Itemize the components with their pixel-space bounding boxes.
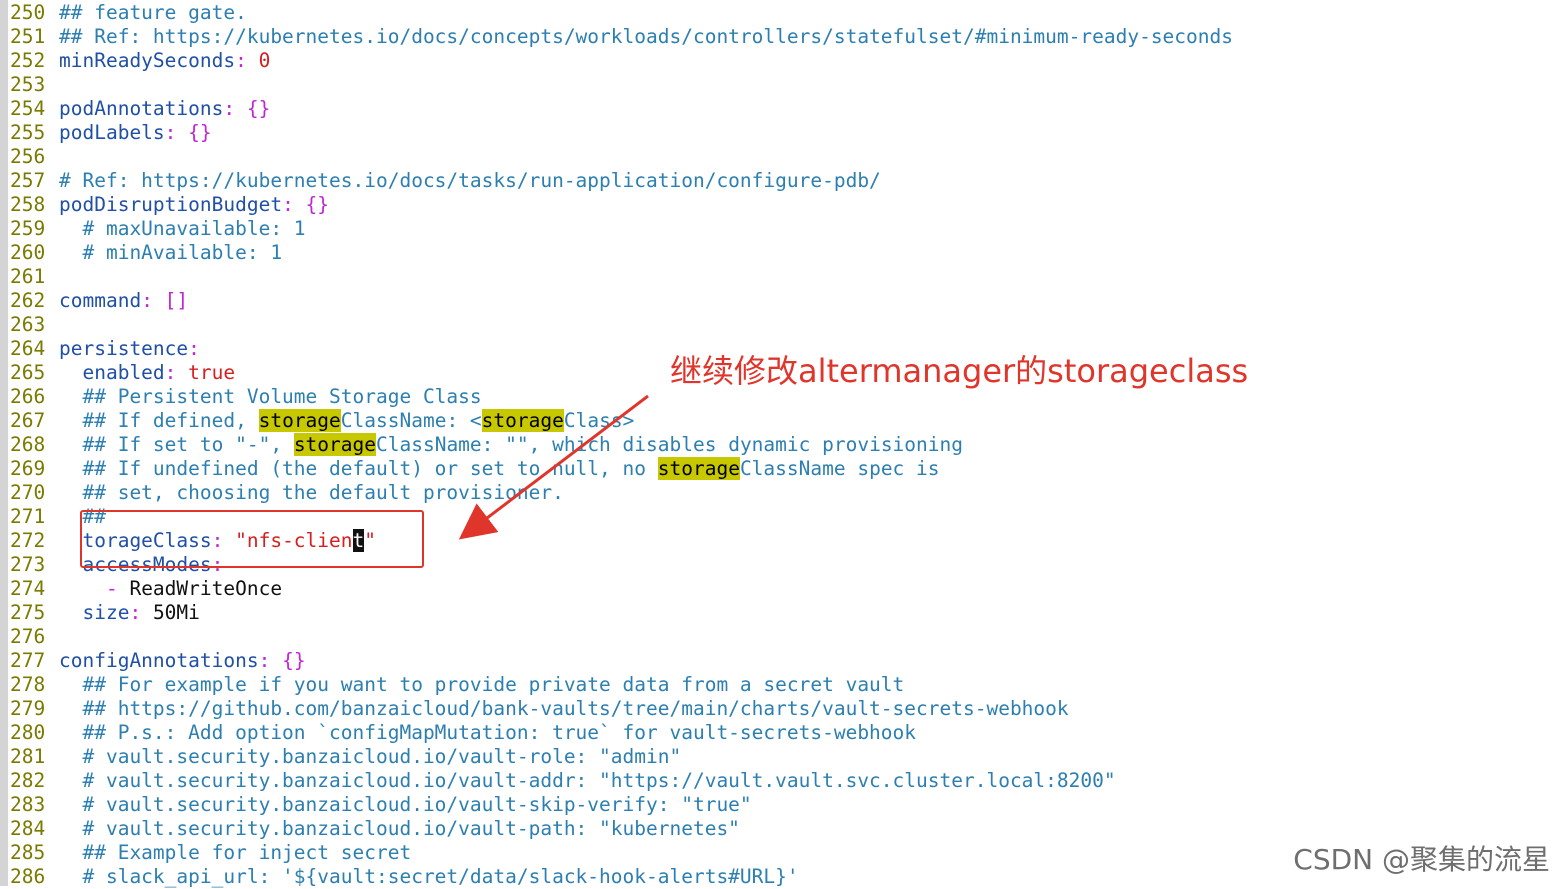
watermark: CSDN @聚集的流星 — [1293, 843, 1550, 876]
annotation-text: 继续修改altermanager的storageclass — [670, 352, 1249, 390]
annotation-arrow-icon — [458, 394, 649, 540]
